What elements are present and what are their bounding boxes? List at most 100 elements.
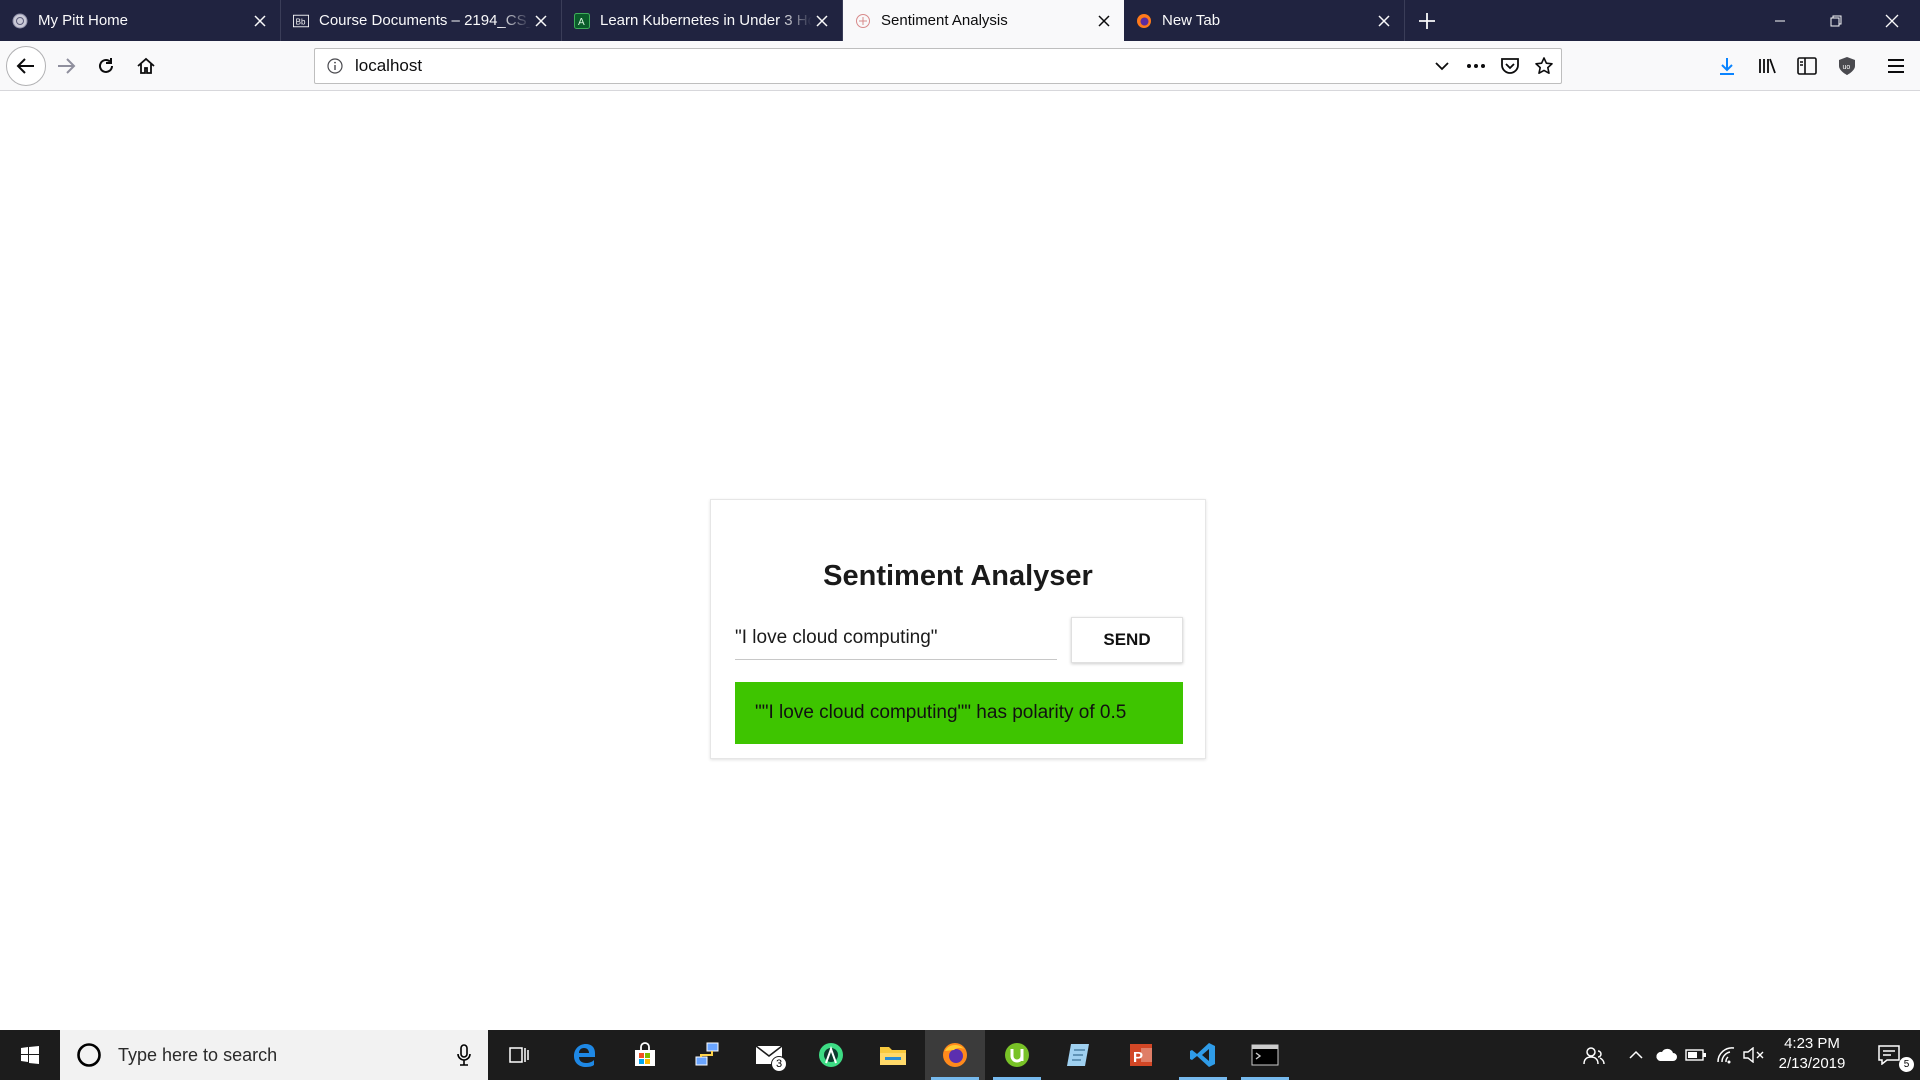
ublock-button[interactable]: uo	[1829, 48, 1865, 84]
android-studio-icon	[819, 1043, 843, 1067]
close-tab-icon[interactable]	[812, 11, 832, 31]
tab-learn-kubernetes[interactable]: A Learn Kubernetes in Under 3 Hours	[562, 0, 843, 41]
restore-button[interactable]	[1808, 0, 1864, 41]
vscode-icon	[1190, 1043, 1215, 1067]
taskbar-powerpoint[interactable]: P	[1111, 1030, 1171, 1080]
close-tab-icon[interactable]	[250, 11, 270, 31]
bookmark-star-icon[interactable]	[1527, 49, 1561, 83]
action-center-button[interactable]: 5	[1858, 1030, 1920, 1080]
minimize-button[interactable]	[1752, 0, 1808, 41]
close-tab-icon[interactable]	[1374, 11, 1394, 31]
send-button[interactable]: SEND	[1071, 617, 1183, 663]
search-placeholder[interactable]: Type here to search	[118, 1045, 440, 1066]
network-diagram-icon	[695, 1042, 719, 1066]
onedrive-tray[interactable]	[1652, 1030, 1680, 1080]
sentence-input[interactable]	[735, 616, 1057, 659]
system-clock[interactable]: 4:23 PM 2/13/2019	[1768, 1034, 1856, 1076]
sentence-input-wrapper	[735, 616, 1057, 660]
tab-title: Sentiment Analysis	[881, 12, 1008, 29]
people-button[interactable]	[1576, 1030, 1612, 1080]
svg-text:uo: uo	[1843, 64, 1851, 71]
taskbar-search-box[interactable]: Type here to search	[60, 1030, 488, 1080]
task-view-icon	[509, 1047, 529, 1063]
tab-title: Learn Kubernetes in Under 3 Hours	[600, 12, 812, 29]
close-window-button[interactable]	[1864, 0, 1920, 41]
tab-strip: My Pitt Home Bb Course Documents – 2194_…	[0, 0, 1920, 41]
close-icon	[1885, 14, 1899, 27]
plus-icon	[1419, 12, 1435, 29]
clock-date: 2/13/2019	[1778, 1055, 1846, 1072]
more-actions-icon[interactable]	[1459, 49, 1493, 83]
terminal-icon	[1251, 1044, 1279, 1066]
chevron-down-icon[interactable]	[1425, 49, 1459, 83]
taskbar-mail[interactable]: 3	[739, 1030, 799, 1080]
start-button[interactable]	[0, 1030, 60, 1080]
hamburger-menu-icon	[1888, 59, 1904, 73]
notification-count-badge: 5	[1899, 1057, 1914, 1072]
close-tab-icon[interactable]	[1094, 11, 1114, 31]
page-icon	[855, 13, 871, 29]
close-tab-icon[interactable]	[531, 11, 551, 31]
taskbar-edge[interactable]	[554, 1030, 614, 1080]
info-icon[interactable]	[315, 58, 355, 74]
arrow-left-icon	[16, 58, 34, 74]
url-bar[interactable]: localhost	[314, 48, 1562, 84]
url-text[interactable]: localhost	[355, 56, 1425, 76]
tab-new-tab[interactable]: New Tab	[1124, 0, 1405, 41]
app-title: Sentiment Analyser	[823, 560, 1093, 592]
blackboard-icon: Bb	[293, 13, 309, 29]
wifi-tray[interactable]	[1712, 1030, 1740, 1080]
pocket-icon[interactable]	[1493, 49, 1527, 83]
battery-tray[interactable]	[1682, 1030, 1710, 1080]
firefox-icon	[1136, 13, 1152, 29]
page-content: Sentiment Analyser SEND ""I love cloud c…	[0, 91, 1920, 1030]
cloud-icon	[1656, 1048, 1677, 1061]
utorrent-icon	[1005, 1043, 1029, 1067]
download-arrow-icon	[1720, 58, 1734, 75]
home-icon	[137, 57, 155, 74]
forward-button[interactable]	[48, 48, 84, 84]
tab-title: New Tab	[1162, 12, 1221, 29]
people-icon	[1583, 1047, 1605, 1065]
downloads-button[interactable]	[1709, 48, 1745, 84]
new-tab-button[interactable]	[1405, 0, 1449, 41]
tab-course-documents[interactable]: Bb Course Documents – 2194_CS_1	[281, 0, 562, 41]
svg-text:A: A	[578, 17, 585, 28]
sidebar-icon	[1797, 57, 1817, 75]
sidebar-button[interactable]	[1789, 48, 1825, 84]
menu-button[interactable]	[1878, 48, 1914, 84]
taskbar-android-studio[interactable]	[801, 1030, 861, 1080]
tab-my-pitt-home[interactable]: My Pitt Home	[0, 0, 281, 41]
taskbar-vscode[interactable]	[1173, 1030, 1233, 1080]
tab-sentiment-analysis[interactable]: Sentiment Analysis	[843, 0, 1124, 41]
edge-icon	[574, 1044, 595, 1067]
home-button[interactable]	[128, 48, 164, 84]
restore-icon	[1830, 15, 1842, 26]
reload-button[interactable]	[88, 48, 124, 84]
notification-icon	[1878, 1045, 1900, 1065]
microphone-icon[interactable]	[440, 1044, 488, 1066]
arrow-right-icon	[58, 58, 76, 74]
taskbar-notes-app[interactable]	[1049, 1030, 1109, 1080]
taskbar-firefox[interactable]	[925, 1030, 985, 1080]
task-view-button[interactable]	[490, 1030, 550, 1080]
svg-text:Bb: Bb	[296, 17, 306, 26]
taskbar-terminal[interactable]	[1235, 1030, 1295, 1080]
volume-tray[interactable]	[1740, 1030, 1768, 1080]
taskbar-network-app[interactable]	[677, 1030, 737, 1080]
show-hidden-icons-button[interactable]	[1622, 1030, 1650, 1080]
store-icon	[635, 1042, 655, 1066]
windows-logo-icon	[21, 1046, 39, 1064]
sentiment-card: Sentiment Analyser SEND ""I love cloud c…	[710, 499, 1206, 759]
taskbar-store[interactable]	[615, 1030, 675, 1080]
taskbar-file-explorer[interactable]	[863, 1030, 923, 1080]
speaker-muted-icon	[1743, 1047, 1764, 1063]
tab-title: My Pitt Home	[38, 12, 129, 29]
mail-count-badge: 3	[771, 1056, 787, 1072]
taskbar-utorrent[interactable]	[987, 1030, 1047, 1080]
tab-title: Course Documents – 2194_CS_1	[319, 12, 531, 29]
kubernetes-icon: A	[574, 12, 590, 29]
notepad-icon	[1067, 1044, 1089, 1066]
back-button[interactable]	[6, 46, 46, 86]
library-button[interactable]	[1749, 48, 1785, 84]
